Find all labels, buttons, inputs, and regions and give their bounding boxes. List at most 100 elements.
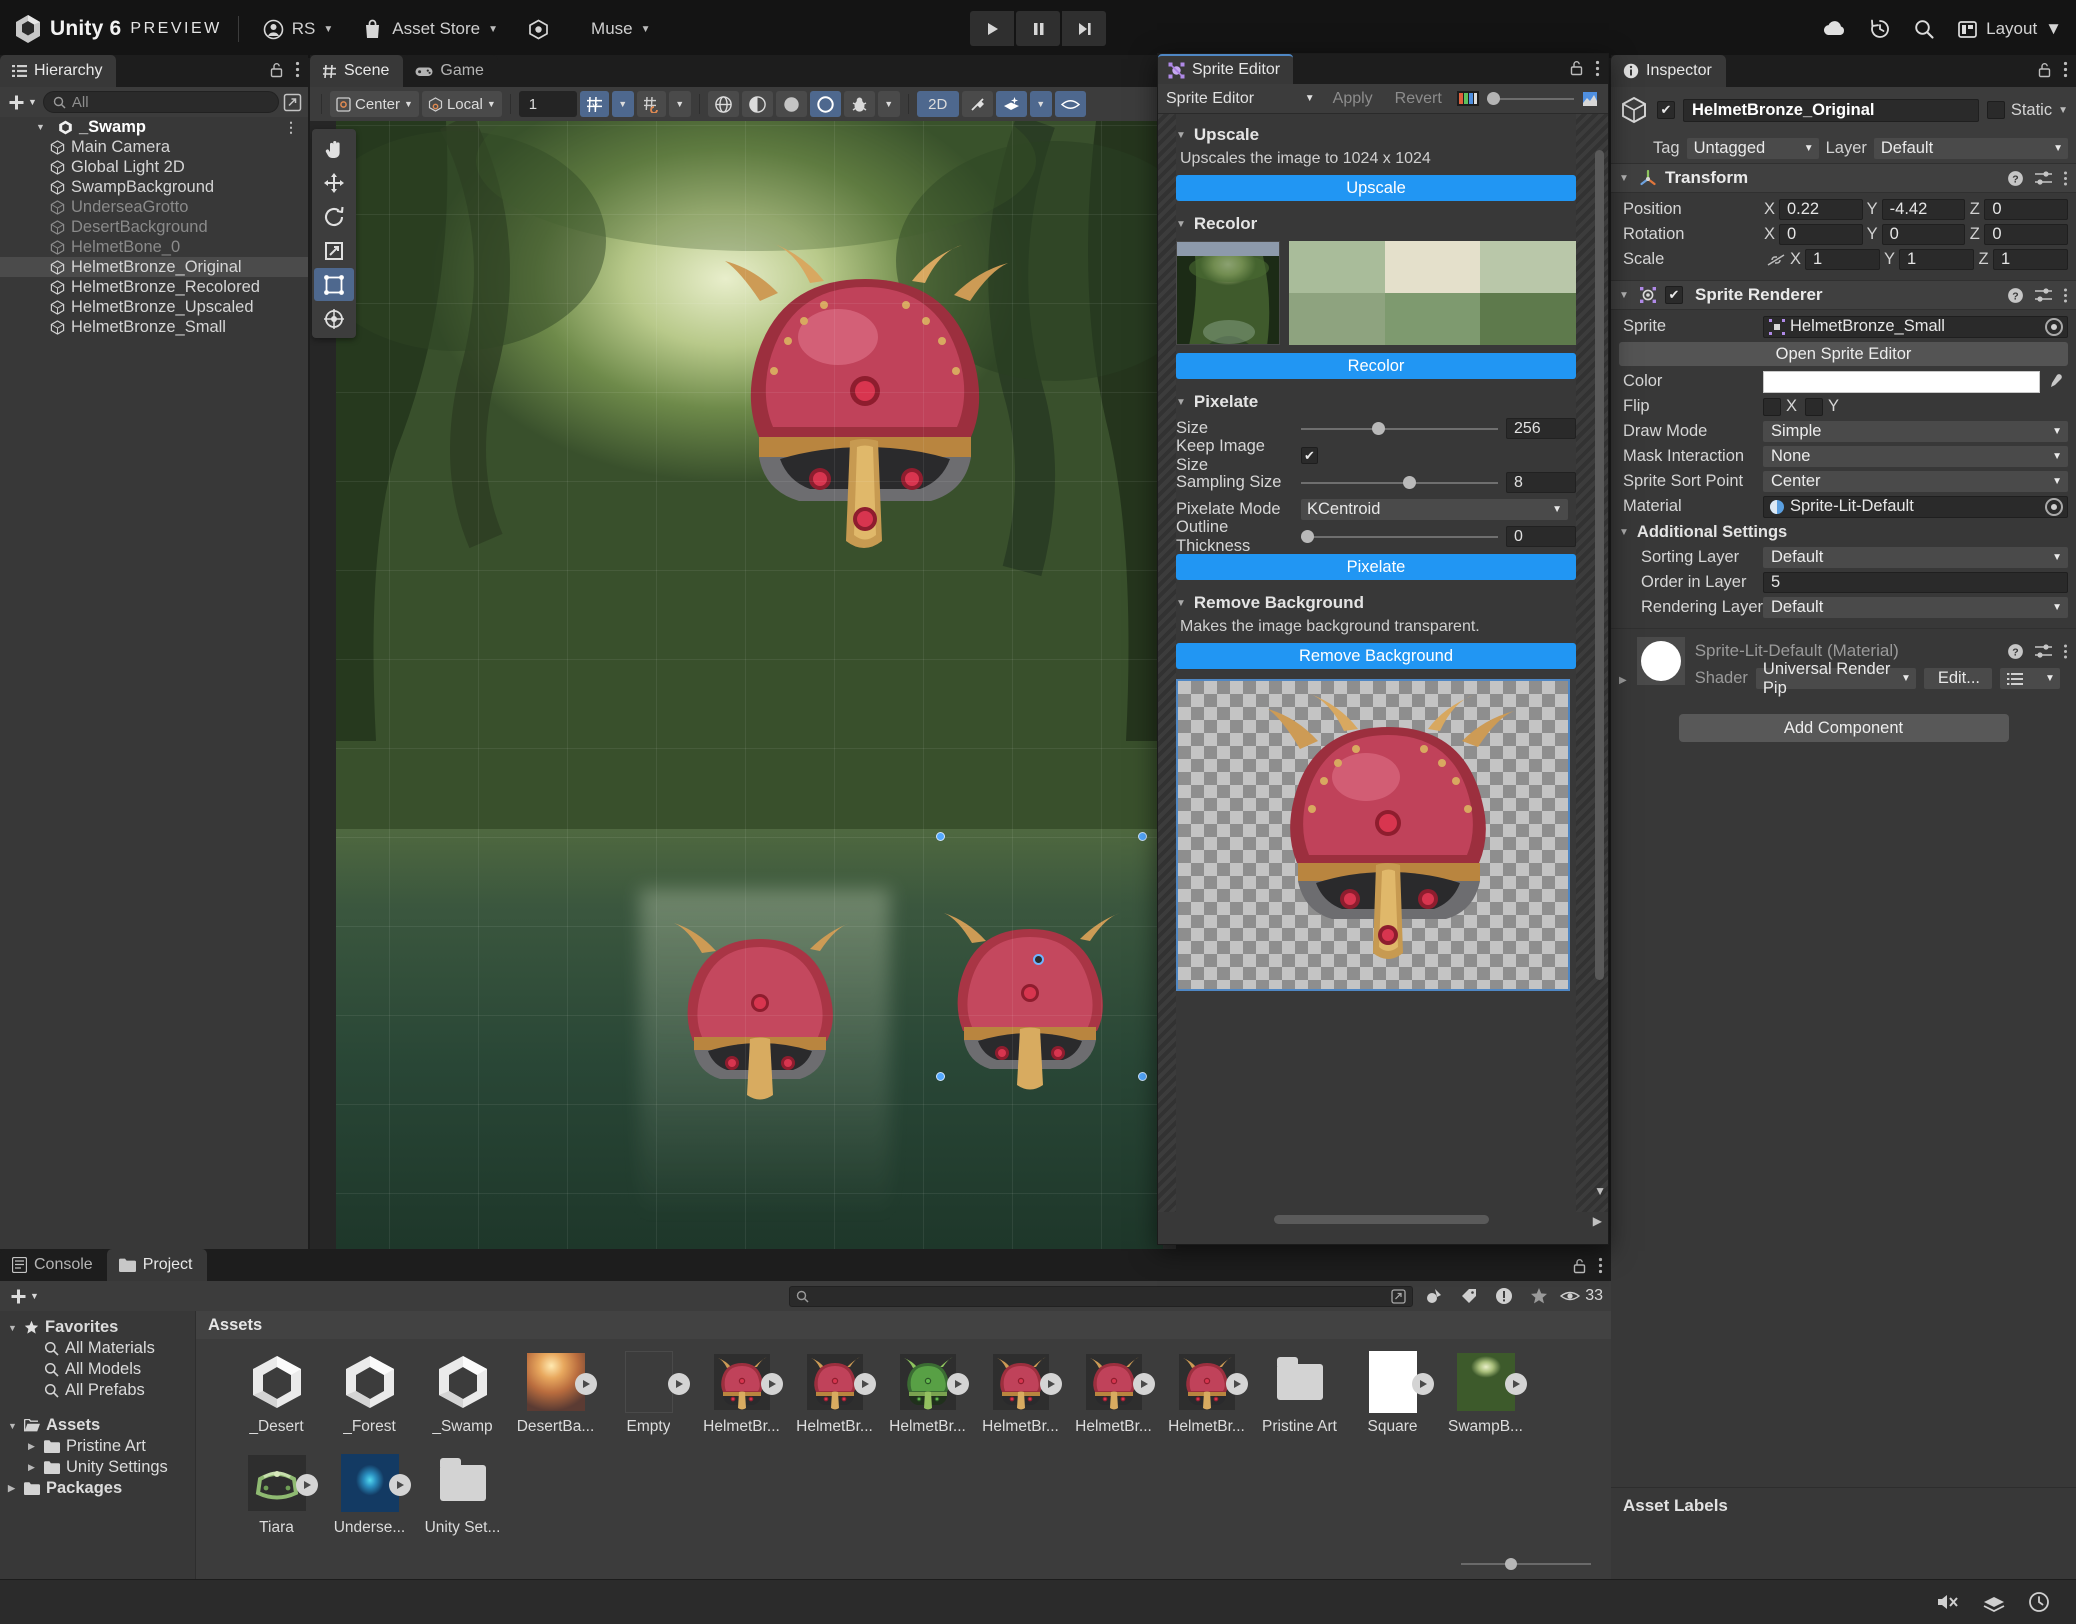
view-options-lighting-button[interactable] bbox=[775, 91, 807, 117]
hierarchy-item-helmetbronze-upscaled[interactable]: HelmetBronze_Upscaled bbox=[0, 297, 308, 317]
order-in-layer-field[interactable]: 5 bbox=[1763, 572, 2068, 593]
scene-debug-dropdown[interactable]: ▼ bbox=[877, 91, 900, 117]
snap-increment-toggle[interactable] bbox=[636, 91, 666, 117]
tag-dropdown[interactable]: Untagged ▼ bbox=[1686, 137, 1819, 159]
scene-visibility-toggle[interactable] bbox=[1054, 91, 1086, 117]
chevron-right-icon[interactable]: ▶ bbox=[8, 1483, 18, 1494]
selection-handle-bl[interactable] bbox=[936, 1072, 945, 1081]
shader-menu-button[interactable]: ▼ bbox=[1999, 668, 2060, 689]
expand-asset-icon[interactable] bbox=[388, 1474, 411, 1496]
lock-icon[interactable] bbox=[270, 62, 283, 78]
palette-swatch-3[interactable] bbox=[1289, 293, 1385, 345]
favorites-filter-icon[interactable] bbox=[1525, 1285, 1552, 1307]
add-component-button[interactable]: Add Component bbox=[1678, 714, 2009, 742]
recolor-section-header[interactable]: ▼ Recolor bbox=[1176, 211, 1576, 237]
scale-z-field[interactable]: 1 bbox=[1993, 249, 2068, 270]
project-tree-item-assets[interactable]: ▼ Assets bbox=[0, 1415, 195, 1436]
more-options-icon[interactable] bbox=[1598, 1257, 1603, 1274]
expand-asset-icon[interactable] bbox=[1132, 1373, 1155, 1395]
visible-count-indicator[interactable]: 33 bbox=[1560, 1285, 1603, 1307]
asset-item[interactable]: SwampB... bbox=[1439, 1351, 1532, 1436]
chevron-down-icon[interactable]: ▼ bbox=[8, 1421, 18, 1431]
helmet-sprite-large[interactable] bbox=[700, 241, 1030, 571]
handle-space-dropdown[interactable]: Local ▼ bbox=[421, 91, 502, 117]
asset-store-menu[interactable]: Asset Store ▼ bbox=[355, 12, 506, 46]
object-name-field[interactable]: HelmetBronze_Original bbox=[1683, 98, 1979, 122]
asset-item[interactable]: HelmetBr... bbox=[881, 1351, 974, 1436]
sampling-size-value[interactable]: 8 bbox=[1506, 472, 1576, 493]
chevron-right-icon[interactable]: ▶ bbox=[28, 1441, 38, 1452]
hierarchy-item-underseagrotto[interactable]: UnderseaGrotto bbox=[0, 197, 308, 217]
search-expand-icon[interactable] bbox=[1390, 1288, 1406, 1304]
selection-handle-br[interactable] bbox=[1138, 1072, 1147, 1081]
chevron-down-icon[interactable]: ▼ bbox=[2058, 105, 2068, 116]
chevron-down-icon[interactable]: ▼ bbox=[8, 1323, 18, 1333]
warning-filter-icon[interactable] bbox=[1490, 1285, 1517, 1307]
sprite-sort-point-dropdown[interactable]: Center ▼ bbox=[1763, 471, 2068, 492]
project-tree-item-favorites[interactable]: ▼ Favorites bbox=[0, 1317, 195, 1338]
project-tree-item-packages[interactable]: ▶ Packages bbox=[0, 1478, 195, 1499]
shader-edit-button[interactable]: Edit... bbox=[1923, 668, 1992, 689]
chevron-right-icon[interactable]: ▶ bbox=[1619, 675, 1627, 686]
more-options-icon[interactable] bbox=[2063, 644, 2068, 659]
grid-snap-toggle[interactable]: Y bbox=[579, 91, 609, 117]
pixelate-section-header[interactable]: ▼ Pixelate bbox=[1176, 389, 1576, 415]
scale-tool-button[interactable] bbox=[314, 234, 354, 267]
project-search-input[interactable] bbox=[788, 1285, 1413, 1307]
palette-swatch-5[interactable] bbox=[1480, 293, 1576, 345]
scene-fx-toggle[interactable] bbox=[995, 91, 1027, 117]
more-options-icon[interactable] bbox=[2063, 288, 2068, 303]
asset-item[interactable]: Square bbox=[1346, 1351, 1439, 1436]
recolor-palette[interactable] bbox=[1289, 241, 1576, 345]
more-options-icon[interactable] bbox=[2063, 61, 2068, 78]
scroll-arrow-right-icon[interactable]: ▶ bbox=[1593, 1214, 1602, 1228]
selection-handle-center[interactable] bbox=[1033, 954, 1044, 965]
sprite-editor-zoom-icon[interactable] bbox=[1576, 89, 1604, 109]
upscale-button[interactable]: Upscale bbox=[1176, 175, 1576, 201]
hierarchy-item-swampbackground[interactable]: SwampBackground bbox=[0, 177, 308, 197]
sprite-editor-zoom-slider[interactable] bbox=[1487, 89, 1575, 109]
lock-icon[interactable] bbox=[1570, 60, 1583, 77]
preset-icon[interactable] bbox=[2035, 643, 2052, 659]
rotation-z-field[interactable]: 0 bbox=[1984, 224, 2069, 245]
help-icon[interactable]: ? bbox=[2007, 170, 2024, 187]
selection-handle-tr[interactable] bbox=[1138, 832, 1147, 841]
project-create-button[interactable]: ▼ bbox=[8, 1288, 41, 1305]
sprite-editor-mode-dropdown[interactable]: Sprite Editor ▼ bbox=[1162, 87, 1321, 110]
sampling-size-slider[interactable] bbox=[1301, 473, 1498, 493]
outline-thickness-value[interactable]: 0 bbox=[1506, 526, 1576, 547]
cloud-icon[interactable] bbox=[1821, 19, 1847, 39]
open-sprite-editor-button[interactable]: Open Sprite Editor bbox=[1619, 342, 2068, 366]
upscale-section-header[interactable]: ▼ Upscale bbox=[1176, 122, 1576, 148]
mute-audio-icon[interactable] bbox=[1936, 1592, 1960, 1612]
project-tree-item-all-models[interactable]: All Models bbox=[0, 1359, 195, 1380]
expand-asset-icon[interactable] bbox=[1225, 1373, 1248, 1395]
scale-x-field[interactable]: 1 bbox=[1805, 249, 1880, 270]
asset-item[interactable]: _Desert bbox=[230, 1351, 323, 1436]
tab-inspector[interactable]: Inspector bbox=[1611, 55, 1726, 87]
draw-mode-dropdown[interactable]: Simple ▼ bbox=[1763, 421, 2068, 442]
asset-item[interactable]: HelmetBr... bbox=[788, 1351, 881, 1436]
view-options-grid-button[interactable] bbox=[707, 91, 739, 117]
asset-item[interactable]: Pristine Art bbox=[1253, 1351, 1346, 1436]
pixelate-size-slider[interactable] bbox=[1301, 419, 1498, 439]
material-object-field[interactable]: Sprite-Lit-Default bbox=[1763, 495, 2068, 518]
eyedropper-icon[interactable] bbox=[2040, 373, 2068, 390]
static-checkbox[interactable] bbox=[1986, 101, 2005, 119]
hierarchy-search-input[interactable]: All bbox=[42, 91, 279, 113]
tab-game[interactable]: Game bbox=[403, 55, 498, 87]
additional-settings-header[interactable]: ▼ Additional Settings bbox=[1619, 519, 2068, 545]
snap-increment-dropdown[interactable]: ▼ bbox=[668, 91, 691, 117]
muse-menu[interactable]: Muse ▼ bbox=[583, 12, 658, 46]
sprite-renderer-component-header[interactable]: ▼ ✔ Sprite Renderer ? bbox=[1611, 280, 2076, 310]
asset-item[interactable]: HelmetBr... bbox=[1067, 1351, 1160, 1436]
selection-handle-tl[interactable] bbox=[936, 832, 945, 841]
preset-icon[interactable] bbox=[2035, 287, 2052, 303]
position-y-field[interactable]: -4.42 bbox=[1881, 199, 1966, 220]
pixelate-size-value[interactable]: 256 bbox=[1506, 418, 1576, 439]
asset-item[interactable]: HelmetBr... bbox=[695, 1351, 788, 1436]
scene-gizmos-debug-button[interactable] bbox=[843, 91, 875, 117]
scene-lighting-toggle[interactable] bbox=[961, 91, 993, 117]
rotation-y-field[interactable]: 0 bbox=[1881, 224, 1966, 245]
play-button[interactable] bbox=[970, 11, 1014, 46]
